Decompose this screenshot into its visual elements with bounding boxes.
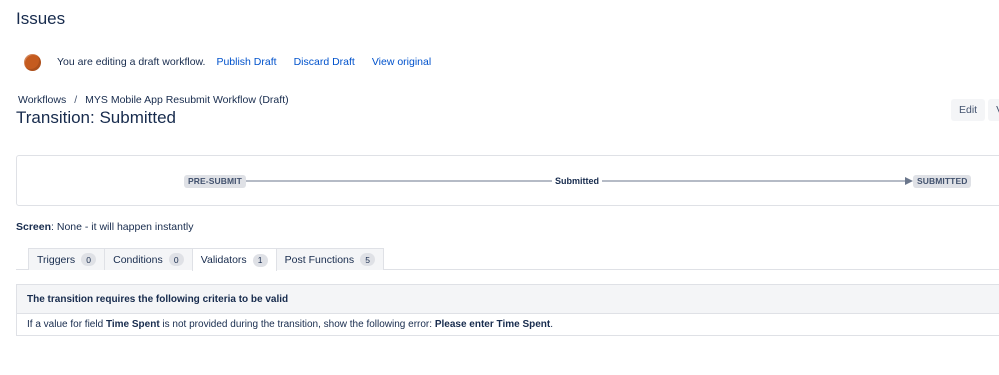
top-actions: Edit View — [951, 99, 999, 121]
breadcrumb-separator: / — [74, 94, 78, 106]
criteria-header: The transition requires the following cr… — [17, 285, 999, 314]
tab-count-badge: 0 — [81, 253, 97, 266]
arrowhead-icon — [905, 177, 913, 185]
breadcrumb-workflow-link[interactable]: MYS Mobile App Resubmit Workflow (Draft) — [85, 94, 288, 106]
transition-diagram: PRE-SUBMIT Submitted SUBMITTED — [16, 155, 999, 206]
rule-prefix: If a value for field — [27, 319, 106, 330]
tab-count-badge: 1 — [252, 253, 268, 267]
to-status-lozenge: SUBMITTED — [913, 175, 972, 188]
rule-middle: is not provided during the transition, s… — [159, 319, 435, 330]
screen-label: Screen — [16, 221, 52, 233]
draft-avatar-icon — [24, 53, 41, 71]
publish-draft-link[interactable]: Publish Draft — [216, 56, 276, 68]
screen-value: : None - it will happen instantly — [51, 221, 194, 233]
transition-title: Transition: Submitted — [16, 108, 176, 127]
tab-conditions[interactable]: Conditions 0 — [104, 248, 193, 270]
transition-tabs: Triggers 0 Conditions 0 Validators 1 Pos… — [28, 248, 385, 271]
screen-info: Screen: None - it will happen instantly — [16, 221, 193, 233]
validators-panel: The transition requires the following cr… — [16, 284, 999, 336]
breadcrumb: Workflows / MYS Mobile App Resubmit Work… — [18, 94, 289, 106]
draft-message: You are editing a draft workflow. — [57, 56, 206, 68]
view-button[interactable]: View — [988, 99, 999, 121]
tab-label: Triggers — [37, 253, 76, 266]
breadcrumb-workflows-link[interactable]: Workflows — [18, 94, 66, 106]
tab-post-functions[interactable]: Post Functions 5 — [275, 248, 385, 270]
tab-validators[interactable]: Validators 1 — [191, 248, 277, 271]
from-status-lozenge: PRE-SUBMIT — [184, 175, 246, 188]
validator-rule: If a value for field Time Spent is not p… — [17, 314, 999, 335]
tab-count-badge: 0 — [168, 253, 184, 266]
tab-count-badge: 5 — [360, 253, 376, 266]
rule-suffix: . — [550, 319, 554, 330]
tab-label: Validators — [200, 254, 247, 266]
transition-name-label: Submitted — [552, 174, 602, 188]
tab-label: Post Functions — [284, 253, 355, 266]
discard-draft-link[interactable]: Discard Draft — [294, 56, 355, 68]
page-title: Issues — [16, 9, 66, 28]
view-original-link[interactable]: View original — [372, 56, 431, 68]
tab-label: Conditions — [113, 253, 163, 266]
draft-banner: You are editing a draft workflow. Publis… — [24, 53, 431, 71]
rule-error: Please enter Time Spent — [434, 319, 551, 330]
edit-button[interactable]: Edit — [951, 99, 986, 121]
tab-triggers[interactable]: Triggers 0 — [28, 248, 106, 270]
transition-diagram-lines — [237, 177, 913, 185]
rule-field: Time Spent — [105, 319, 160, 330]
